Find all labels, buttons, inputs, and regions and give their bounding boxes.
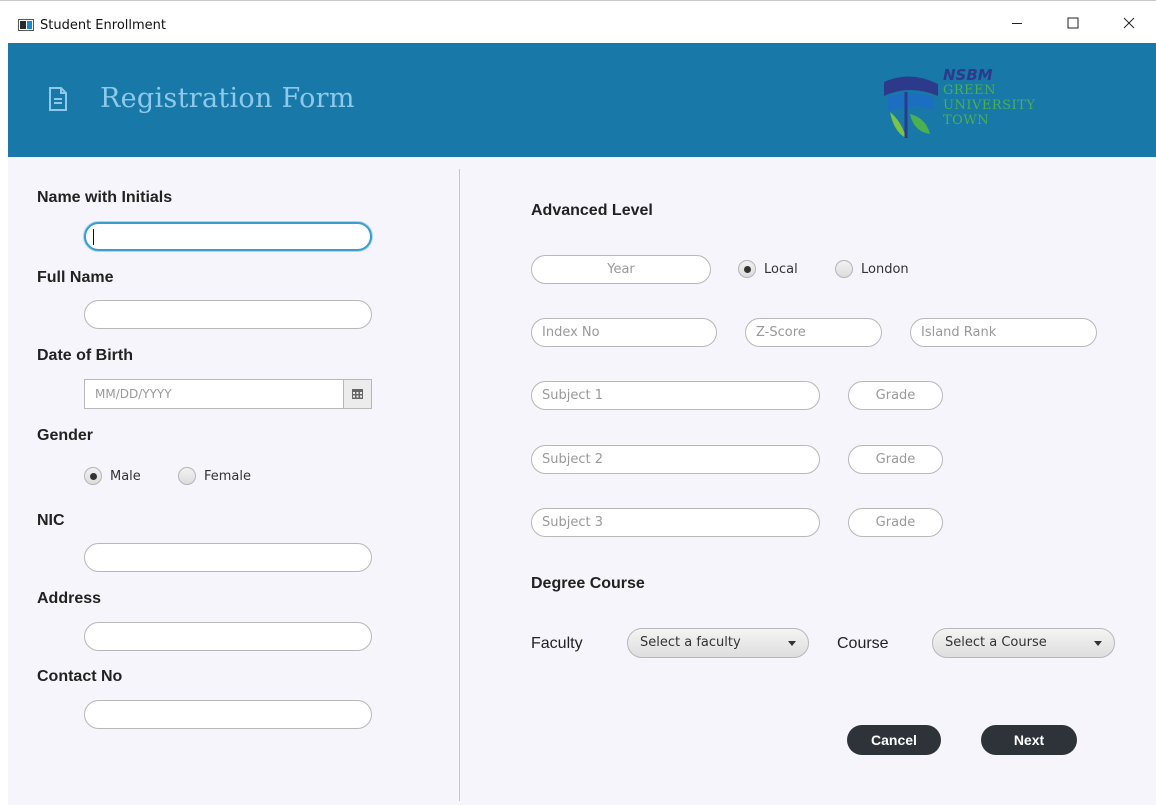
university-logo: NSBM GREEN UNIVERSITY TOWN [880,62,1060,142]
radio-label: London [861,261,909,277]
subject-3-input[interactable]: Subject 3 [531,508,820,537]
radio-indicator [835,260,853,278]
radio-indicator [178,467,196,485]
chevron-down-icon [788,641,796,646]
logo-line-university: UNIVERSITY [943,98,1036,113]
form-body: Name with Initials Full Name Date of Bir… [8,157,1156,805]
text-caret [93,229,94,245]
island-rank-input[interactable]: Island Rank [910,318,1097,347]
chevron-down-icon [1094,641,1102,646]
calendar-icon [352,389,363,399]
maximize-button[interactable] [1050,1,1096,44]
app-window-icon [18,19,34,31]
maximize-icon [1067,17,1079,28]
close-icon [1123,17,1135,28]
close-button[interactable] [1106,1,1152,44]
advanced-level-label: Advanced Level [531,202,653,219]
exam-london-radio[interactable]: London [835,260,909,278]
faculty-select[interactable]: Select a faculty [627,628,809,658]
title-bar: Student Enrollment [0,0,1156,43]
course-select[interactable]: Select a Course [932,628,1115,658]
radio-indicator [738,260,756,278]
address-input[interactable] [84,622,372,651]
nic-input[interactable] [84,543,372,572]
degree-course-label: Degree Course [531,575,645,592]
course-label: Course [837,635,889,652]
faculty-label: Faculty [531,635,583,652]
window-title: Student Enrollment [40,18,166,33]
grade-3-input[interactable]: Grade [848,508,943,537]
gender-label: Gender [37,427,94,444]
subject-2-input[interactable]: Subject 2 [531,445,820,474]
dob-label: Date of Birth [37,347,133,364]
logo-brand: NSBM [943,66,993,84]
grade-2-input[interactable]: Grade [848,445,943,474]
exam-local-radio[interactable]: Local [738,260,798,278]
gender-male-radio[interactable]: Male [84,467,141,485]
logo-line-town: TOWN [943,113,990,128]
radio-label: Local [764,261,798,277]
name-label: Name with Initials [37,189,173,206]
contact-input[interactable] [84,700,372,729]
faculty-select-value: Select a faculty [640,635,741,650]
full-name-input[interactable] [84,300,372,329]
course-select-value: Select a Course [945,635,1047,650]
minimize-button[interactable] [994,1,1040,44]
index-no-input[interactable]: Index No [531,318,717,347]
subject-1-input[interactable]: Subject 1 [531,381,820,410]
dob-placeholder: MM/DD/YYYY [95,387,172,401]
form-title: Registration Form [100,83,355,114]
full-name-label: Full Name [37,269,114,286]
gender-female-radio[interactable]: Female [178,467,251,485]
document-icon [49,87,67,111]
column-divider [459,169,460,801]
name-input[interactable] [84,222,372,251]
contact-label: Contact No [37,668,123,685]
next-button[interactable]: Next [981,725,1077,755]
radio-indicator [84,467,102,485]
form-header: Registration Form NSBM GREEN UNIVERSITY … [8,43,1156,157]
nic-label: NIC [37,512,65,529]
address-label: Address [37,590,102,607]
leaf-emblem-icon [884,76,938,138]
year-input[interactable]: Year [531,255,711,284]
cancel-button[interactable]: Cancel [847,725,941,755]
minimize-icon [1012,22,1022,24]
radio-label: Female [204,468,252,484]
radio-label: Male [110,468,141,484]
calendar-button[interactable] [343,380,371,408]
dob-date-picker[interactable]: MM/DD/YYYY [84,379,372,409]
z-score-input[interactable]: Z-Score [745,318,882,347]
grade-1-input[interactable]: Grade [848,381,943,410]
logo-line-green: GREEN [943,83,997,98]
